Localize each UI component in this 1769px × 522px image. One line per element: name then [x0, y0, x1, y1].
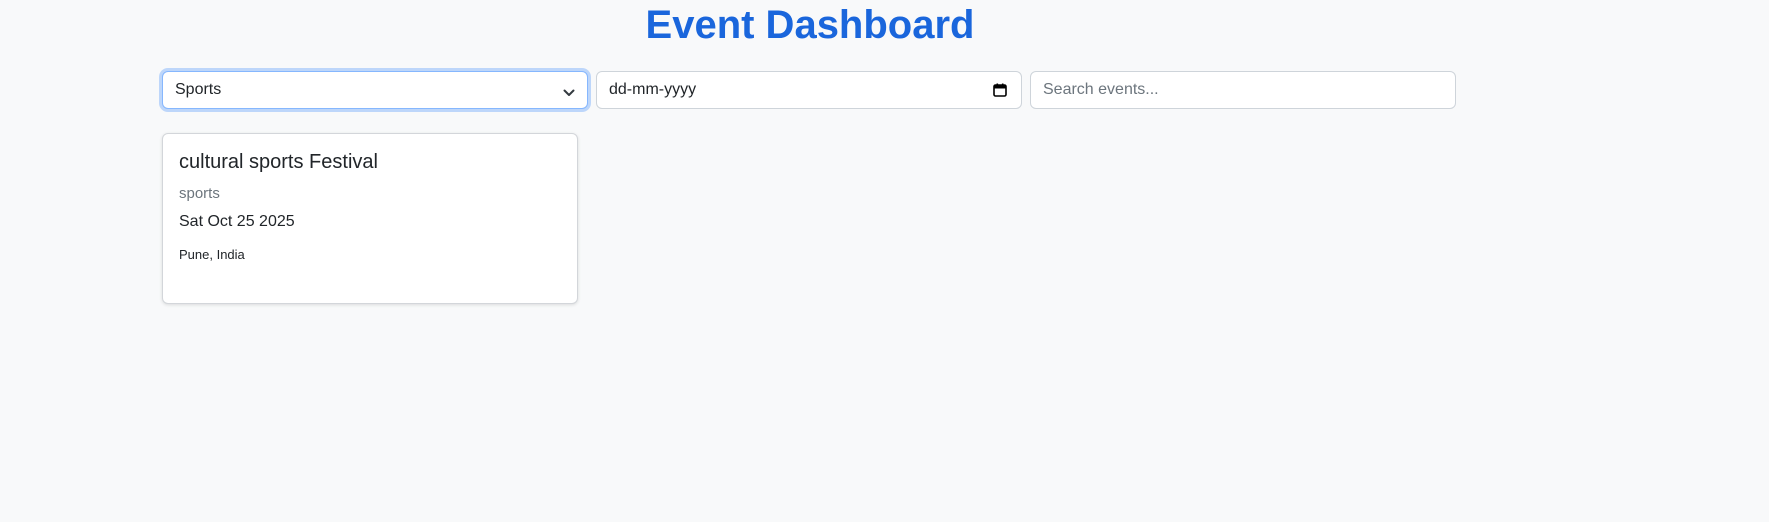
date-input[interactable]: dd-mm-yyyy [596, 71, 1022, 109]
date-input-placeholder: dd-mm-yyyy [609, 81, 697, 98]
event-category: sports [179, 185, 220, 202]
search-input-placeholder: Search events... [1043, 81, 1159, 98]
search-input[interactable]: Search events... [1030, 71, 1456, 109]
chevron-down-icon [563, 85, 575, 96]
page-title: Event Dashboard [645, 3, 975, 47]
event-card[interactable]: cultural sports Festival sports Sat Oct … [162, 133, 578, 304]
event-dashboard-page: Event Dashboard Sports dd-mm-yyyy Search… [0, 0, 1769, 522]
category-select-value: Sports [175, 81, 222, 98]
event-title: cultural sports Festival [179, 151, 378, 173]
event-location: Pune, India [179, 247, 245, 262]
event-date: Sat Oct 25 2025 [179, 213, 295, 230]
category-select[interactable]: Sports [162, 71, 588, 109]
filter-bar: Sports dd-mm-yyyy Search events... [162, 71, 1456, 109]
calendar-icon[interactable] [993, 83, 1007, 97]
